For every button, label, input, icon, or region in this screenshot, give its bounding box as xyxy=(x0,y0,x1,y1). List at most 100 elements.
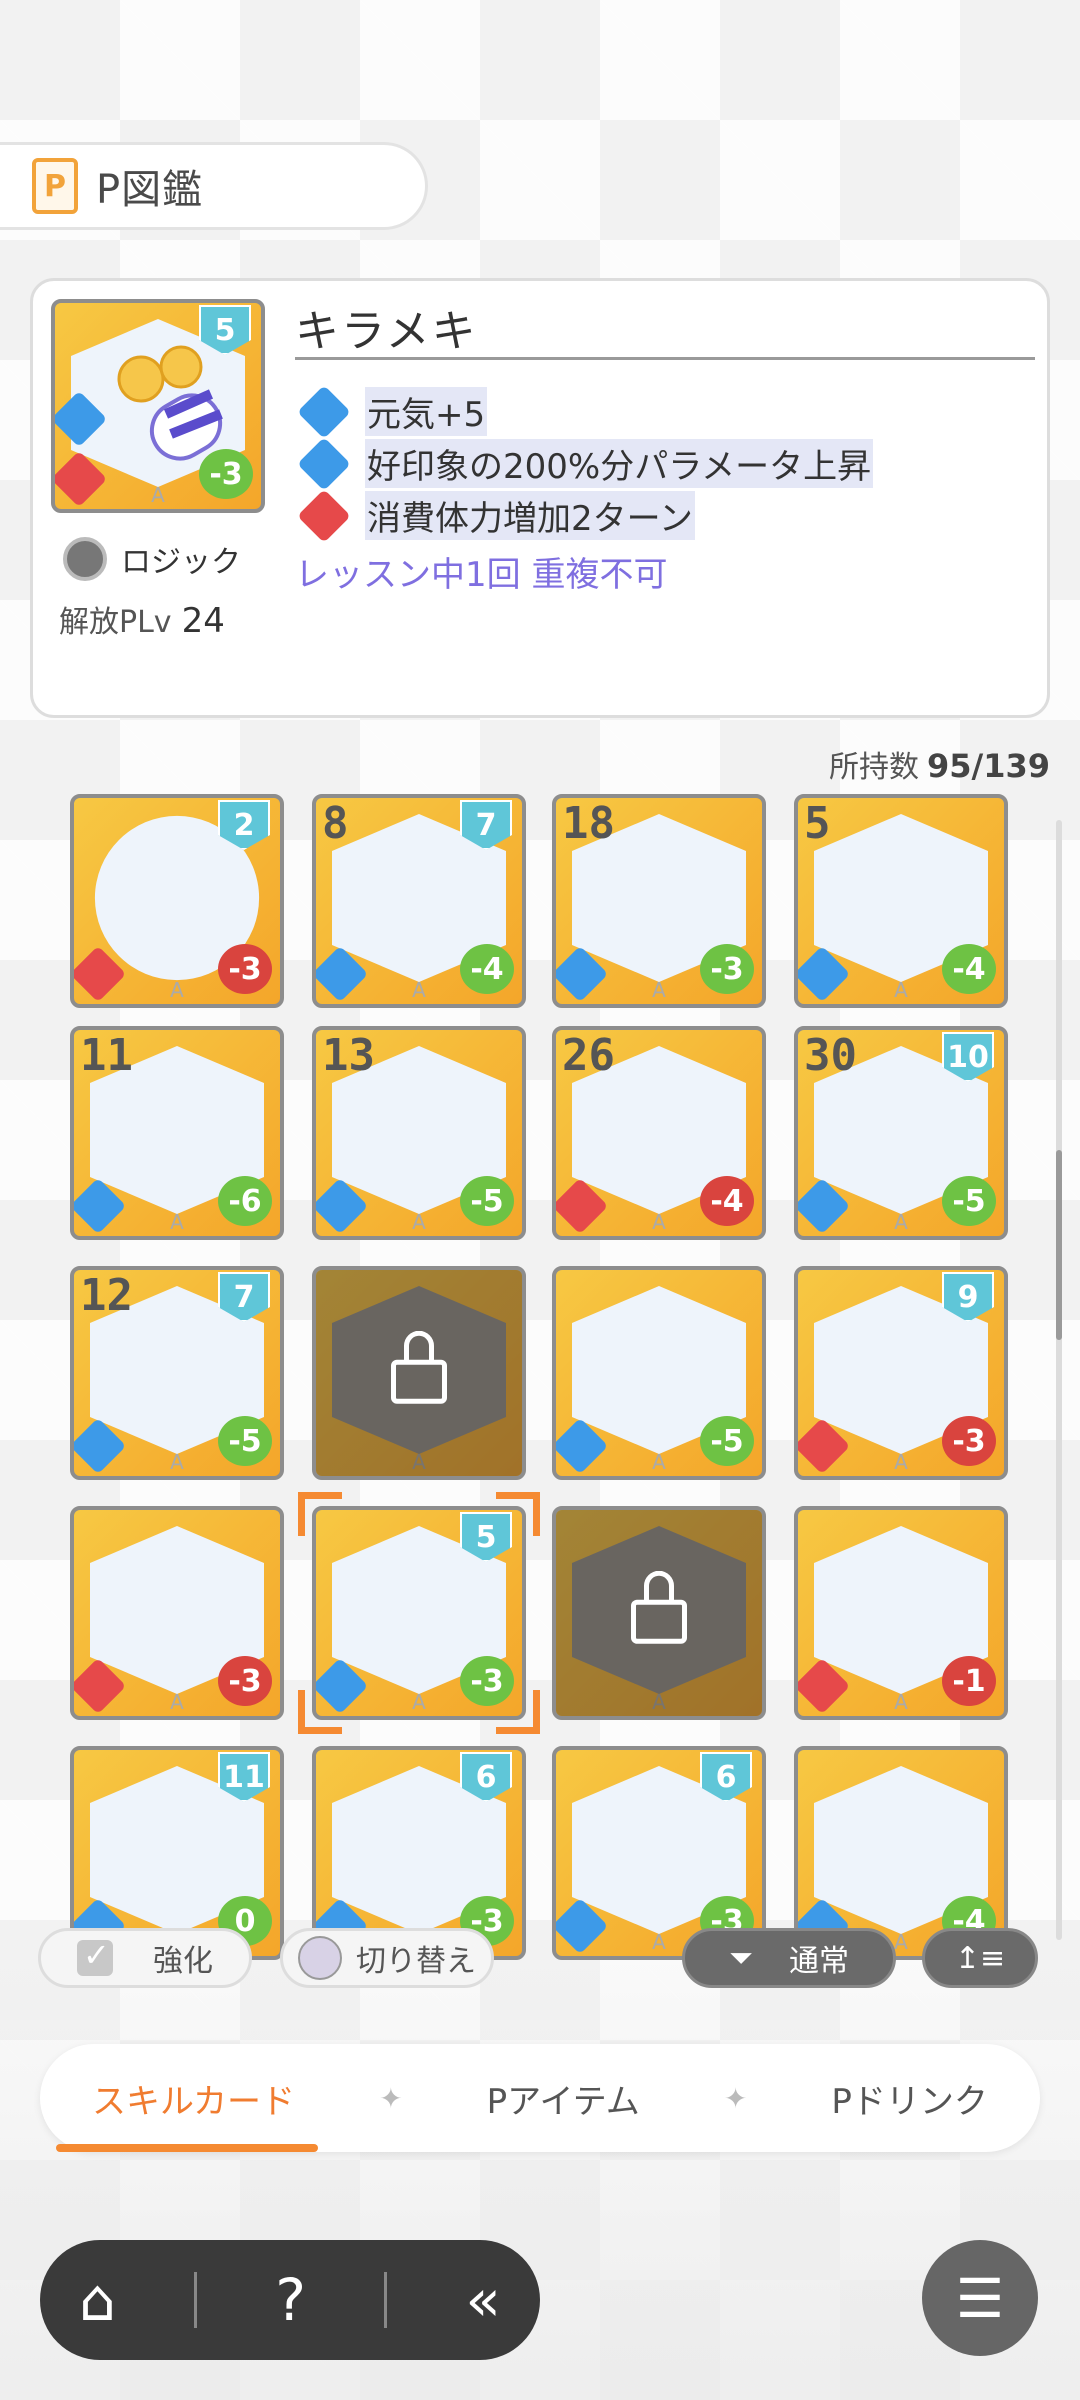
card-owned-count: 18 xyxy=(562,798,615,849)
card-cost-badge: -3 xyxy=(218,944,272,994)
plv-value: 24 xyxy=(181,601,225,641)
card-cost-badge: -4 xyxy=(460,944,514,994)
plan-type: ロジック xyxy=(63,537,241,581)
menu-button[interactable]: ☰ xyxy=(922,2240,1038,2356)
rarity-label: A xyxy=(652,1210,666,1234)
skill-card[interactable]: 26 -4 A xyxy=(552,1026,766,1240)
skill-card[interactable]: 8 7 -4 A xyxy=(312,794,526,1008)
skill-card[interactable]: 30 10 -5 A xyxy=(794,1026,1008,1240)
card-cost-badge: -5 xyxy=(700,1416,754,1466)
nav-separator xyxy=(194,2272,198,2328)
skill-card[interactable]: 11 -6 A xyxy=(70,1026,284,1240)
back-icon[interactable]: « xyxy=(465,2266,501,2334)
rarity-label: A xyxy=(652,1450,666,1474)
home-icon[interactable]: ⌂ xyxy=(79,2266,116,2334)
card-owned-count: 30 xyxy=(804,1030,857,1081)
rarity-label: A xyxy=(170,1690,184,1714)
card-owned-count: 8 xyxy=(322,798,349,849)
card-cost-badge: -1 xyxy=(942,1656,996,1706)
effect-text: 消費体力増加2ターン xyxy=(365,491,695,540)
rarity-label: A xyxy=(170,1210,184,1234)
rarity-label: A xyxy=(412,978,426,1002)
name-divider xyxy=(295,357,1035,360)
locked-skill-card[interactable]: A xyxy=(312,1266,526,1480)
card-cost-badge: -3 xyxy=(199,449,253,499)
checkbox-icon[interactable] xyxy=(77,1936,113,1976)
skill-card[interactable]: 18 -3 A xyxy=(552,794,766,1008)
page-title: P図鑑 xyxy=(96,167,204,213)
scrollbar-thumb[interactable] xyxy=(1056,1150,1062,1340)
tab-p-drink[interactable]: Pドリンク xyxy=(811,2064,1008,2133)
card-cost-badge: -5 xyxy=(218,1416,272,1466)
rarity-label: A xyxy=(412,1690,426,1714)
skill-card[interactable]: 5 -3 A xyxy=(312,1506,526,1720)
effect-line: 元気+5 xyxy=(297,384,488,439)
stamina-icon xyxy=(297,488,351,543)
selection-corner xyxy=(298,1690,342,1734)
locked-skill-card[interactable]: A xyxy=(552,1506,766,1720)
rarity-label: A xyxy=(894,1450,908,1474)
rarity-label: A xyxy=(170,1450,184,1474)
skill-card[interactable]: -1 A xyxy=(794,1506,1008,1720)
tab-skill-card[interactable]: スキルカード xyxy=(72,2064,315,2133)
card-cost-badge: -3 xyxy=(942,1416,996,1466)
sparkle-icon: ✦ xyxy=(379,2081,403,2115)
unlock-plv: 解放PLv 24 xyxy=(59,597,225,641)
help-icon[interactable]: ? xyxy=(275,2266,306,2334)
sort-button[interactable]: ⏷ 通常 xyxy=(682,1928,896,1988)
skill-card[interactable]: 2 -3 A xyxy=(70,794,284,1008)
card-grid: 2 -3 A 8 7 -4 A 18 -3 A 5 -4 A 11 -6 A 13 -5 A 26 -4 A 30 10 -5 A… xyxy=(0,780,1080,1960)
card-owned-count: 26 xyxy=(562,1030,615,1081)
effect-line: 好印象の200%分パラメータ上昇 xyxy=(297,436,874,491)
selection-corner xyxy=(496,1492,540,1536)
lock-icon xyxy=(391,1330,447,1404)
card-name: キラメキ xyxy=(295,306,478,357)
switch-label: 切り替え xyxy=(356,1944,476,1979)
card-cost-badge: -5 xyxy=(942,1176,996,1226)
skill-card[interactable]: -5 A xyxy=(552,1266,766,1480)
genki-icon xyxy=(297,384,351,439)
nav-separator xyxy=(384,2272,388,2328)
rarity-label: A xyxy=(170,978,184,1002)
idol-avatar-icon xyxy=(298,1936,342,1980)
effect-text: 元気+5 xyxy=(365,387,488,436)
bottom-nav: ⌂ ? « xyxy=(40,2240,540,2360)
card-owned-count: 12 xyxy=(80,1270,133,1321)
skill-card[interactable]: 13 -5 A xyxy=(312,1026,526,1240)
card-cost-badge: -3 xyxy=(700,944,754,994)
effect-text: 好印象の200%分パラメータ上昇 xyxy=(365,439,874,488)
effect-line: 消費体力増加2ターン xyxy=(297,488,695,543)
category-tabs: スキルカード ✦ Pアイテム ✦ Pドリンク xyxy=(40,2044,1040,2152)
rarity-label: A xyxy=(652,1690,666,1714)
switch-button[interactable]: 切り替え xyxy=(280,1928,494,1988)
scrollbar-track[interactable] xyxy=(1056,820,1062,1940)
skill-card[interactable]: 9 -3 A xyxy=(794,1266,1008,1480)
thumbs-up-icon xyxy=(297,436,351,491)
card-cost-badge: -3 xyxy=(218,1656,272,1706)
page-title-bar: P P図鑑 xyxy=(0,142,428,230)
rarity-label: A xyxy=(894,1690,908,1714)
card-owned-count: 13 xyxy=(322,1030,375,1081)
skill-card[interactable]: 5 -4 A xyxy=(794,794,1008,1008)
plv-label: 解放PLv xyxy=(59,605,172,640)
usage-note: レッスン中1回 重複不可 xyxy=(295,555,668,595)
lock-icon xyxy=(631,1570,687,1644)
sort-order-button[interactable]: ↥≡ xyxy=(922,1928,1038,1988)
plan-label: ロジック xyxy=(121,545,241,580)
sparkle-icon: ✦ xyxy=(723,2081,748,2115)
tab-p-item[interactable]: Pアイテム xyxy=(467,2064,660,2133)
sort-order-icon: ↥≡ xyxy=(954,1940,1006,1976)
skill-card[interactable]: -3 A xyxy=(70,1506,284,1720)
card-cost-badge: -6 xyxy=(218,1176,272,1226)
enhance-label: 強化 xyxy=(153,1944,213,1979)
card-cost-badge: -5 xyxy=(460,1176,514,1226)
active-tab-indicator xyxy=(56,2144,318,2152)
skill-card[interactable]: 12 7 -5 A xyxy=(70,1266,284,1480)
card-owned-count: 5 xyxy=(804,798,831,849)
enhance-toggle[interactable]: 強化 xyxy=(38,1928,252,1988)
rarity-label: A xyxy=(894,1210,908,1234)
rarity-label: A xyxy=(412,1210,426,1234)
selection-corner xyxy=(298,1492,342,1536)
menu-icon: ☰ xyxy=(955,2266,1005,2330)
detail-card-image: 5 -3 A xyxy=(51,299,265,513)
